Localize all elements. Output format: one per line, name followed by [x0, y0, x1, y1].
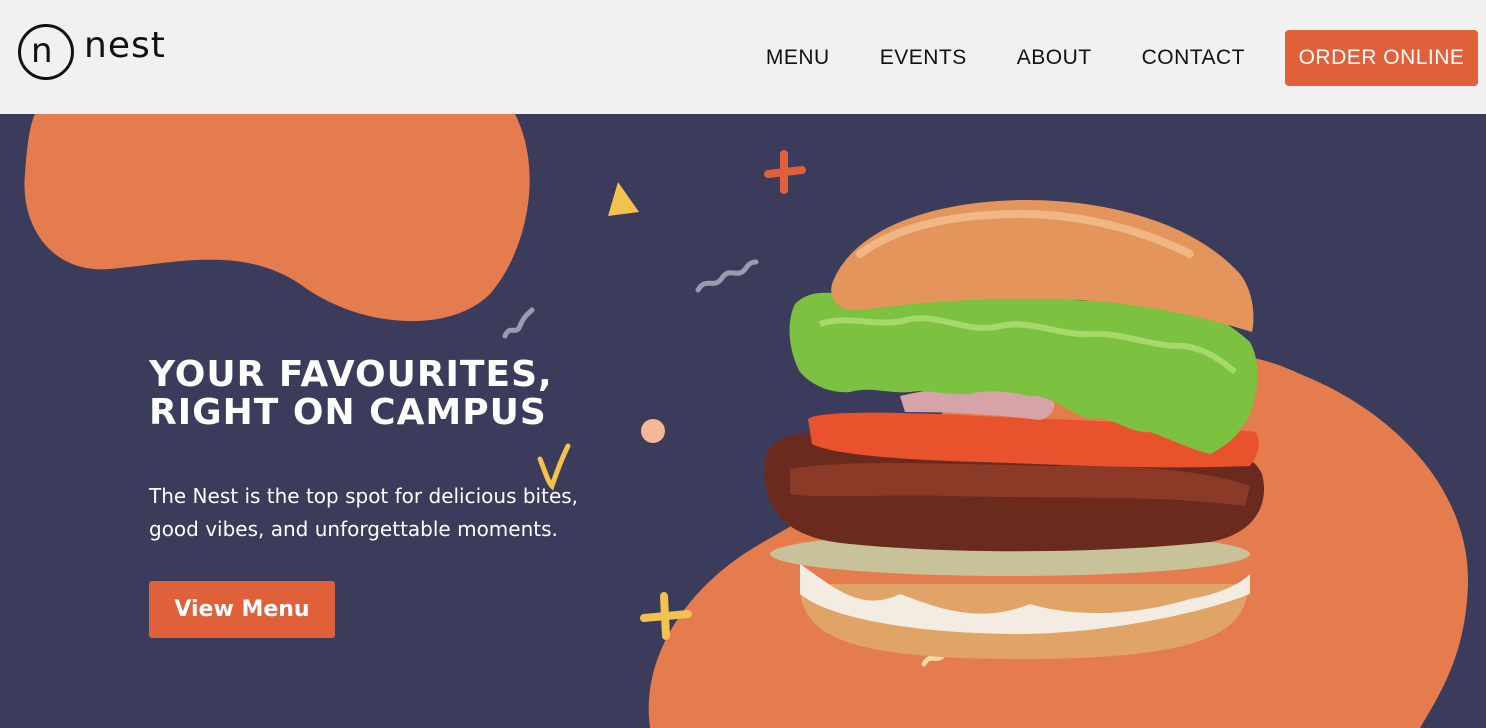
orange-blob-top-left [24, 114, 530, 322]
confetti-dot-peach [641, 419, 665, 443]
nav-events-link[interactable]: EVENTS [880, 46, 967, 70]
hero-section: YOUR FAVOURITES, RIGHT ON CAMPUS The Nes… [0, 114, 1486, 728]
burger-image [764, 199, 1265, 659]
hero-headline-line-1: YOUR FAVOURITES, [149, 354, 553, 395]
hero-description: The Nest is the top spot for delicious b… [149, 480, 649, 546]
nav-contact-link[interactable]: CONTACT [1142, 46, 1245, 70]
view-menu-button[interactable]: View Menu [149, 581, 335, 638]
hero-description-line-1: The Nest is the top spot for delicious b… [149, 484, 579, 508]
hero-headline: YOUR FAVOURITES, RIGHT ON CAMPUS [149, 356, 553, 432]
confetti-plus-orange [764, 150, 806, 194]
logo-mark-icon: n [18, 24, 74, 80]
order-online-button[interactable]: ORDER ONLINE [1285, 30, 1478, 86]
nest-logo[interactable]: n nest [18, 24, 166, 80]
hero-description-line-2: good vibes, and unforgettable moments. [149, 517, 558, 541]
confetti-squiggle-grey-1 [695, 259, 759, 293]
confetti-triangle-yellow [608, 182, 639, 216]
nav-about-link[interactable]: ABOUT [1017, 46, 1092, 70]
main-nav: MENU EVENTS ABOUT CONTACT ORDER ONLINE [766, 30, 1478, 86]
confetti-squiggle-grey-2 [502, 307, 535, 339]
top-navigation-bar: n nest MENU EVENTS ABOUT CONTACT ORDER O… [0, 0, 1486, 114]
logo-wordmark: nest [84, 24, 166, 66]
hero-headline-line-2: RIGHT ON CAMPUS [149, 392, 547, 433]
nav-menu-link[interactable]: MENU [766, 46, 830, 70]
logo-letter: n [31, 31, 53, 71]
